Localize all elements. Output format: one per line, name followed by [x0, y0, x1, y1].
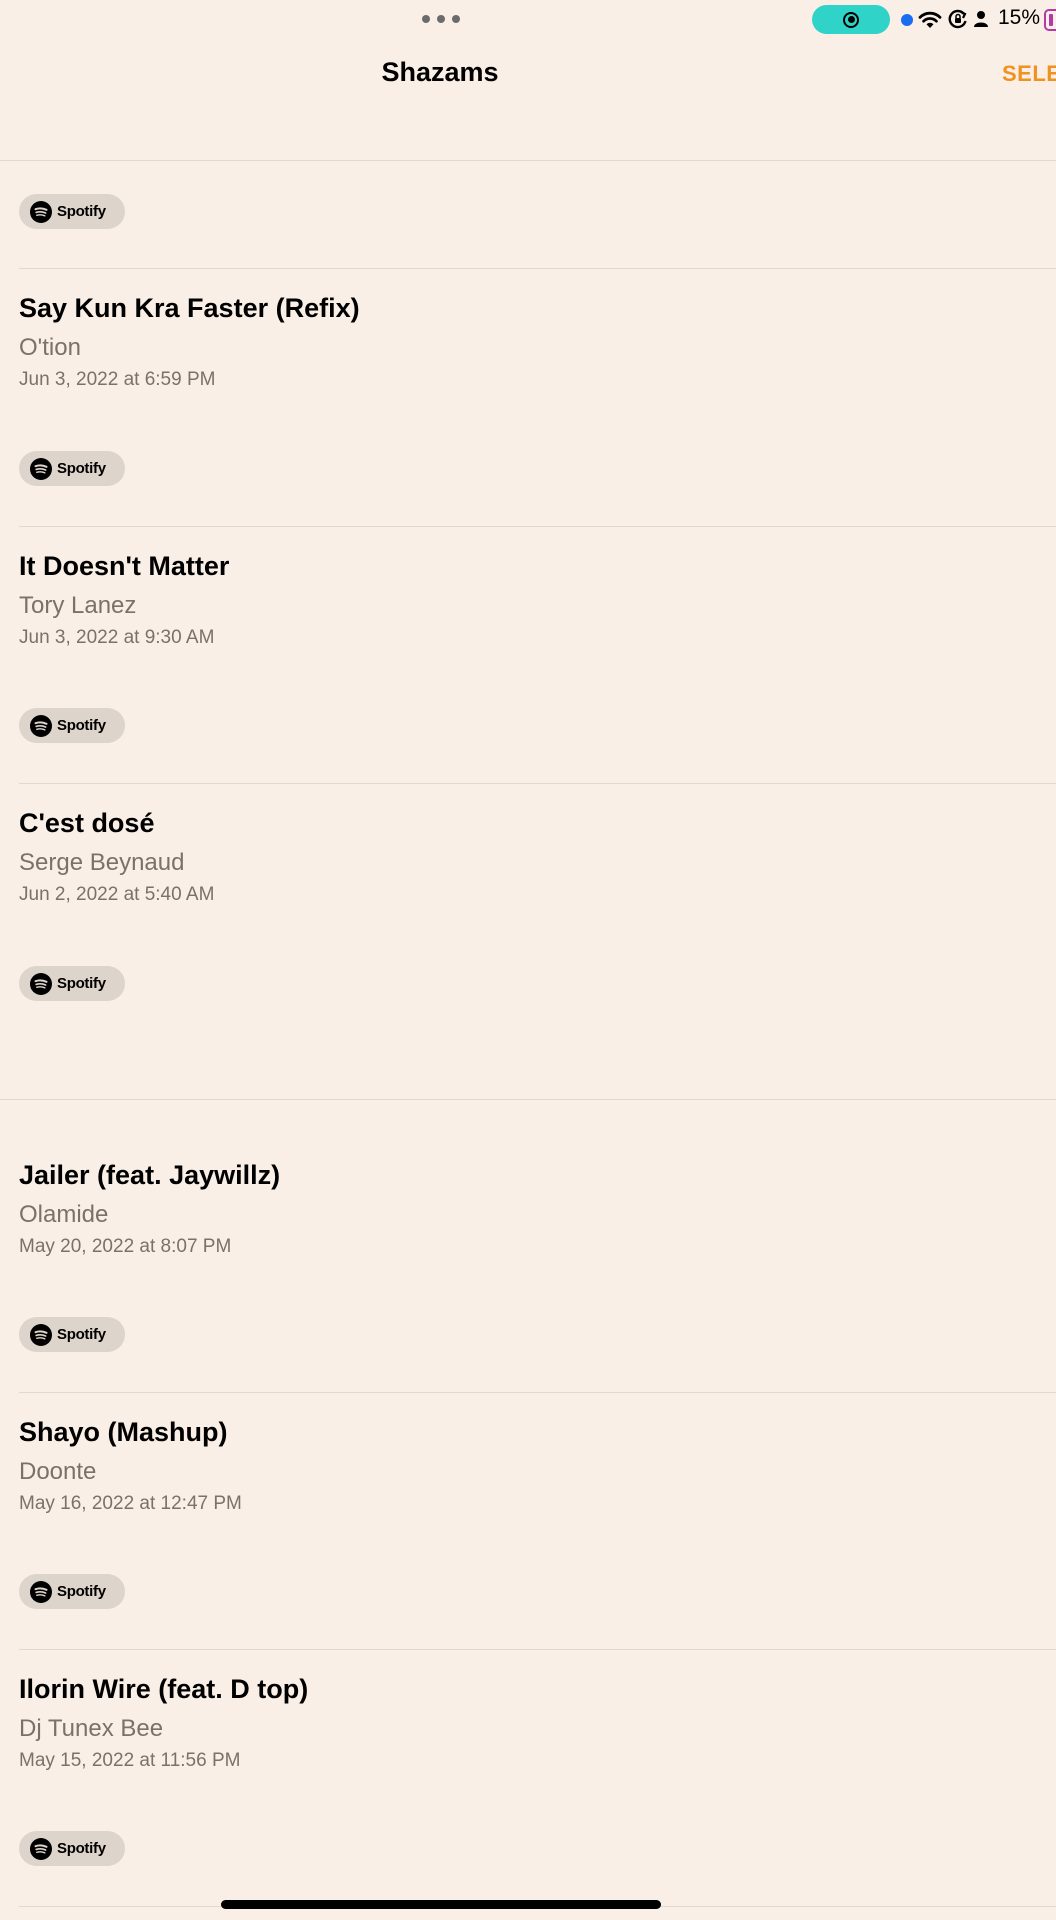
spotify-icon	[30, 1323, 52, 1346]
spotify-label: Spotify	[57, 203, 106, 220]
row-divider	[19, 1392, 1056, 1393]
song-title: Jailer (feat. Jaywillz)	[19, 1160, 281, 1190]
song-date: Jun 3, 2022 at 9:30 AM	[19, 627, 215, 648]
spotify-icon	[30, 972, 52, 995]
spotify-label: Spotify	[57, 975, 106, 992]
spotify-icon	[30, 457, 52, 480]
song-artist: Doonte	[19, 1458, 97, 1485]
row-divider	[19, 1649, 1056, 1650]
battery-icon	[1044, 9, 1056, 31]
record-icon	[843, 11, 859, 28]
status-bar: 15%	[0, 0, 1056, 40]
spotify-icon	[30, 1580, 52, 1603]
spotify-label: Spotify	[57, 1583, 106, 1600]
song-date: May 20, 2022 at 8:07 PM	[19, 1236, 232, 1257]
song-title: It Doesn't Matter	[19, 551, 230, 581]
home-indicator[interactable]	[221, 1900, 661, 1909]
spotify-button[interactable]: Spotify	[19, 1831, 125, 1866]
song-title: Shayo (Mashup)	[19, 1417, 228, 1447]
row-divider	[19, 783, 1056, 784]
song-date: Jun 2, 2022 at 5:40 AM	[19, 884, 215, 905]
spotify-label: Spotify	[57, 1326, 106, 1343]
battery-percent: 15%	[998, 6, 1041, 29]
select-button[interactable]: SELE	[1002, 61, 1056, 87]
spotify-label: Spotify	[57, 1840, 106, 1857]
spotify-label: Spotify	[57, 717, 106, 734]
location-dot-icon	[901, 14, 913, 26]
song-title: Say Kun Kra Faster (Refix)	[19, 293, 360, 323]
spotify-button[interactable]: Spotify	[19, 451, 125, 486]
song-date: May 16, 2022 at 12:47 PM	[19, 1493, 242, 1514]
song-artist: Olamide	[19, 1201, 109, 1228]
nav-divider	[0, 160, 1056, 161]
song-date: Jun 3, 2022 at 6:59 PM	[19, 369, 216, 390]
song-title: C'est dosé	[19, 808, 155, 838]
person-icon	[974, 11, 988, 27]
spotify-button[interactable]: Spotify	[19, 1574, 125, 1609]
song-artist: Serge Beynaud	[19, 849, 185, 876]
multitasking-dots-icon[interactable]	[422, 14, 460, 24]
spotify-icon	[30, 1837, 52, 1860]
song-title: Ilorin Wire (feat. D top)	[19, 1674, 309, 1704]
spotify-button[interactable]: Spotify	[19, 194, 125, 229]
spotify-icon	[30, 714, 52, 737]
spotify-button[interactable]: Spotify	[19, 966, 125, 1001]
song-artist: Dj Tunex Bee	[19, 1715, 164, 1742]
spotify-button[interactable]: Spotify	[19, 1317, 125, 1352]
rotation-lock-icon	[948, 9, 967, 29]
song-date: May 15, 2022 at 11:56 PM	[19, 1750, 241, 1771]
wifi-icon	[918, 11, 942, 28]
section-divider	[0, 1099, 1056, 1100]
song-artist: O'tion	[19, 334, 81, 361]
spotify-icon	[30, 200, 52, 223]
row-divider	[19, 268, 1056, 269]
screen-recording-indicator[interactable]	[812, 5, 890, 34]
song-artist: Tory Lanez	[19, 592, 137, 619]
spotify-button[interactable]: Spotify	[19, 708, 125, 743]
spotify-label: Spotify	[57, 460, 106, 477]
page-title: Shazams	[381, 57, 499, 87]
row-divider	[19, 526, 1056, 527]
